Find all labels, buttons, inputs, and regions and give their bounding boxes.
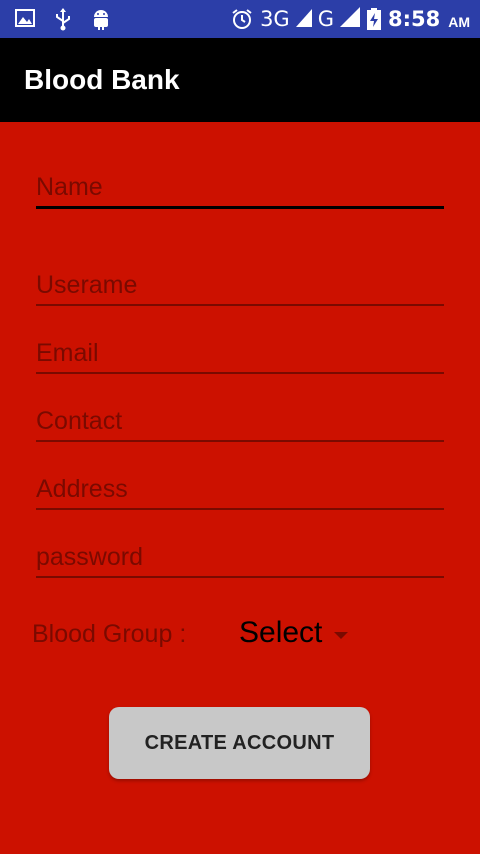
- network-type-2: G: [317, 7, 334, 31]
- usb-icon: [52, 7, 76, 31]
- blood-group-label: Blood Group :: [32, 620, 187, 648]
- contact-field[interactable]: [36, 404, 444, 442]
- username-input[interactable]: [36, 268, 444, 302]
- android-icon: [90, 7, 114, 31]
- contact-input[interactable]: [36, 404, 444, 438]
- network-type-1: 3G: [260, 7, 290, 31]
- username-underline: [36, 304, 444, 306]
- clock-time: 8:58: [387, 7, 441, 31]
- blood-group-select[interactable]: Select: [239, 616, 349, 650]
- status-bar-left: [14, 7, 114, 31]
- app-bar: Blood Bank: [0, 38, 480, 122]
- status-bar-right: 3G G 8:58 AM: [230, 6, 470, 32]
- app-title: Blood Bank: [24, 64, 180, 95]
- contact-underline: [36, 440, 444, 442]
- create-account-button[interactable]: CREATE ACCOUNT: [109, 707, 370, 779]
- signal-icon-2: [339, 7, 360, 31]
- clock-ampm: AM: [448, 14, 470, 30]
- image-icon: [14, 7, 38, 31]
- address-input[interactable]: [36, 472, 444, 506]
- signal-icon: [295, 7, 312, 31]
- email-underline: [36, 372, 444, 374]
- password-input[interactable]: [36, 540, 444, 574]
- email-input[interactable]: [36, 336, 444, 370]
- address-field[interactable]: [36, 472, 444, 510]
- name-field[interactable]: [36, 170, 444, 209]
- address-underline: [36, 508, 444, 510]
- name-underline: [36, 206, 444, 209]
- password-underline: [36, 576, 444, 578]
- blood-group-selected: Select: [239, 616, 323, 649]
- dropdown-caret-icon: [334, 631, 349, 639]
- alarm-icon: [230, 7, 254, 31]
- name-input[interactable]: [36, 170, 444, 204]
- username-field[interactable]: [36, 268, 444, 306]
- email-field[interactable]: [36, 336, 444, 374]
- status-bar: 3G G 8:58 AM: [0, 0, 480, 38]
- password-field[interactable]: [36, 540, 444, 578]
- battery-icon: [366, 7, 382, 31]
